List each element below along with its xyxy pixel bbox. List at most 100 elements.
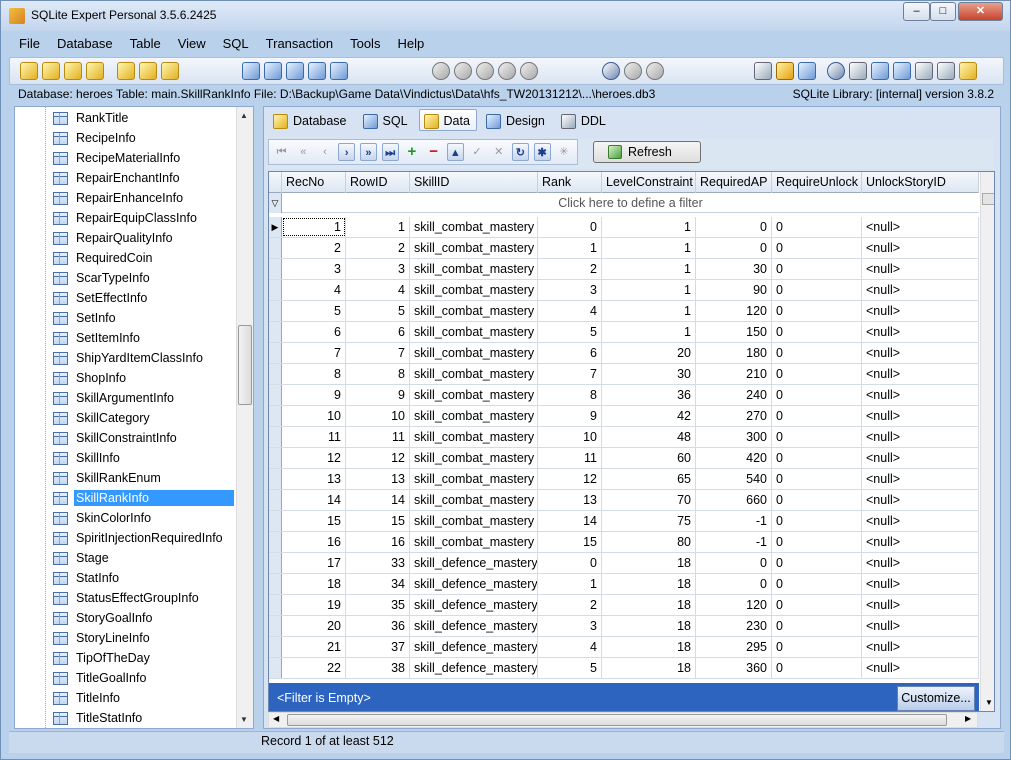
cell-levelconstraint[interactable]: 18 [602, 595, 696, 615]
cell-unlockstoryid[interactable]: <null> [862, 658, 979, 678]
cell-skillid[interactable]: skill_combat_mastery [410, 322, 538, 342]
menu-sql[interactable]: SQL [213, 33, 256, 51]
cell-requiredap[interactable]: -1 [696, 511, 772, 531]
cell-unlockstoryid[interactable]: <null> [862, 385, 979, 405]
cell-requiredap[interactable]: 0 [696, 553, 772, 573]
table-row[interactable]: 19 35 skill_defence_mastery 2 18 120 0 <null> [269, 595, 979, 616]
cell-skillid[interactable]: skill_combat_mastery [410, 343, 538, 363]
document-icon[interactable] [937, 62, 956, 80]
cell-requiredap[interactable]: 540 [696, 469, 772, 489]
table-row[interactable]: 12 12 skill_combat_mastery 11 60 420 0 <null> [269, 448, 979, 469]
cell-rank[interactable]: 14 [538, 511, 602, 531]
tab-design[interactable]: Design [481, 109, 552, 131]
table-row[interactable]: 14 14 skill_combat_mastery 13 70 660 0 <null> [269, 490, 979, 511]
cell-rowid[interactable]: 5 [346, 301, 410, 321]
refresh-data-icon[interactable]: ↻ [511, 143, 530, 161]
layout-icon[interactable] [798, 62, 816, 80]
cell-rank[interactable]: 12 [538, 469, 602, 489]
tree-item-table[interactable]: RankTitle [53, 108, 130, 128]
cell-rank[interactable]: 0 [538, 217, 602, 237]
cell-skillid[interactable]: skill_combat_mastery [410, 469, 538, 489]
cell-rank[interactable]: 1 [538, 574, 602, 594]
tree-item-table[interactable]: StatusEffectGroupInfo [53, 588, 201, 608]
tree-item-table[interactable]: SkillConstraintInfo [53, 428, 179, 448]
post-edit-icon[interactable]: ✓ [468, 143, 485, 161]
cell-rank[interactable]: 9 [538, 406, 602, 426]
cell-unlockstoryid[interactable]: <null> [862, 448, 979, 468]
next-record-icon[interactable]: › [338, 143, 356, 161]
cell-requireunlock[interactable]: 0 [772, 658, 862, 678]
tree-item-table[interactable]: RepairQualityInfo [53, 228, 175, 248]
cell-levelconstraint[interactable]: 1 [602, 259, 696, 279]
cell-unlockstoryid[interactable]: <null> [862, 616, 979, 636]
cell-requireunlock[interactable]: 0 [772, 301, 862, 321]
table-row[interactable]: 4 4 skill_combat_mastery 3 1 90 0 <null> [269, 280, 979, 301]
tree-item-table[interactable]: TitleGoalInfo [53, 668, 148, 688]
tab-database[interactable]: Database [268, 109, 354, 131]
tree-item-table[interactable]: SkillArgumentInfo [53, 388, 176, 408]
grid-hscroll-thumb[interactable] [287, 714, 947, 726]
cell-requireunlock[interactable]: 0 [772, 490, 862, 510]
new-table-icon[interactable] [242, 62, 260, 80]
cell-levelconstraint[interactable]: 18 [602, 574, 696, 594]
cell-requireunlock[interactable]: 0 [772, 343, 862, 363]
cell-unlockstoryid[interactable]: <null> [862, 595, 979, 615]
tree-item-table[interactable]: SkillCategory [53, 408, 152, 428]
cell-requiredap[interactable]: 230 [696, 616, 772, 636]
cell-skillid[interactable]: skill_defence_mastery [410, 637, 538, 657]
cell-requireunlock[interactable]: 0 [772, 595, 862, 615]
cell-skillid[interactable]: skill_combat_mastery [410, 385, 538, 405]
scroll-down-icon[interactable]: ▼ [240, 715, 248, 724]
cell-requireunlock[interactable]: 0 [772, 280, 862, 300]
row-indicator[interactable] [269, 658, 282, 678]
cell-unlockstoryid[interactable]: <null> [862, 574, 979, 594]
cell-levelconstraint[interactable]: 42 [602, 406, 696, 426]
mail-icon[interactable] [915, 62, 934, 80]
help-icon[interactable] [827, 62, 846, 80]
tree-item-table[interactable]: TitleInfo [53, 688, 122, 708]
cell-unlockstoryid[interactable]: <null> [862, 343, 979, 363]
grid-vscroll-thumb[interactable] [982, 193, 994, 205]
cell-rowid[interactable]: 15 [346, 511, 410, 531]
cell-unlockstoryid[interactable]: <null> [862, 490, 979, 510]
tree-item-table[interactable]: Stage [53, 548, 111, 568]
cell-rank[interactable]: 1 [538, 238, 602, 258]
edit-record-icon[interactable]: ▲ [446, 143, 464, 161]
cell-recno[interactable]: 14 [282, 490, 346, 510]
cell-requiredap[interactable]: 300 [696, 427, 772, 447]
drop-table-icon[interactable] [330, 62, 348, 80]
cell-unlockstoryid[interactable]: <null> [862, 238, 979, 258]
tree-item-table[interactable]: SkillRankEnum [53, 468, 163, 488]
cell-rowid[interactable]: 33 [346, 553, 410, 573]
column-header-recno[interactable]: RecNo [282, 172, 346, 193]
attach-database-icon[interactable] [64, 62, 82, 80]
table-row[interactable]: 8 8 skill_combat_mastery 7 30 210 0 <null> [269, 364, 979, 385]
row-indicator[interactable] [269, 469, 282, 489]
compact-database-icon[interactable] [161, 62, 180, 80]
cancel-edit-icon[interactable]: ✕ [490, 143, 507, 161]
cell-recno[interactable]: 1 [282, 217, 346, 237]
column-header-rowid[interactable]: RowID [346, 172, 410, 193]
cell-requireunlock[interactable]: 0 [772, 406, 862, 426]
cell-recno[interactable]: 5 [282, 301, 346, 321]
cell-rank[interactable]: 15 [538, 532, 602, 552]
savepoint-icon[interactable] [498, 62, 516, 80]
tree-item-table[interactable]: ShopInfo [53, 368, 128, 388]
cell-unlockstoryid[interactable]: <null> [862, 532, 979, 552]
maximize-button[interactable]: □ [930, 2, 956, 21]
table-row[interactable]: 20 36 skill_defence_mastery 3 18 230 0 <null> [269, 616, 979, 637]
cell-rowid[interactable]: 10 [346, 406, 410, 426]
cell-requireunlock[interactable]: 0 [772, 511, 862, 531]
cell-recno[interactable]: 9 [282, 385, 346, 405]
scroll-down-icon[interactable]: ▼ [985, 698, 993, 707]
column-header-rank[interactable]: Rank [538, 172, 602, 193]
cell-recno[interactable]: 16 [282, 532, 346, 552]
tree-item-table[interactable]: SpiritInjectionRequiredInfo [53, 528, 225, 548]
tree-item-table[interactable]: StoryGoalInfo [53, 608, 154, 628]
cell-requiredap[interactable]: 90 [696, 280, 772, 300]
tree-item-table[interactable]: RepairEquipClassInfo [53, 208, 199, 228]
cell-rank[interactable]: 10 [538, 427, 602, 447]
cell-skillid[interactable]: skill_defence_mastery [410, 553, 538, 573]
menu-view[interactable]: View [168, 33, 213, 51]
last-record-icon[interactable]: ⏭ [381, 143, 399, 161]
